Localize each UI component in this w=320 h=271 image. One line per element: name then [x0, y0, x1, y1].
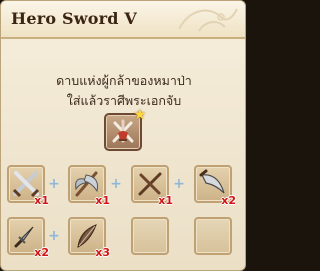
ingredient-slot-8-empty[interactable] [194, 217, 232, 255]
star-icon: ★ [133, 107, 146, 123]
window-title: Hero Sword V [11, 9, 137, 28]
plus-sign: + [110, 176, 122, 192]
ingredient-slot-5[interactable]: x2 [7, 217, 49, 259]
result-item-slot[interactable]: ★ [104, 108, 146, 151]
item-description-line-1: ดาบแห่งผู้กล้าของหมาป่า [56, 73, 192, 88]
plus-sign: + [48, 176, 60, 192]
ingredient-slot-4[interactable]: x2 [194, 165, 236, 207]
quantity-label: x2 [34, 246, 49, 259]
ingredient-slot-1[interactable]: x1 [7, 165, 49, 207]
quantity-label: x2 [221, 194, 236, 207]
quantity-label: x3 [95, 246, 110, 259]
quantity-label: x1 [34, 194, 49, 207]
plus-sign: + [173, 176, 185, 192]
crafting-recipe-window: Hero Sword V ดาบแห่งผู้กล้าของหมาป่า ใส่… [0, 0, 246, 271]
ingredient-slot-2[interactable]: x1 [68, 165, 110, 207]
quantity-label: x1 [95, 194, 110, 207]
ingredient-slot-7-empty[interactable] [131, 217, 169, 255]
title-ornament-icon [178, 8, 238, 32]
quantity-label: x1 [158, 194, 173, 207]
ingredient-slot-3[interactable]: x1 [131, 165, 173, 207]
title-bar: Hero Sword V [1, 1, 245, 39]
plus-sign: + [48, 228, 60, 244]
item-description-line-2: ใส่แล้วราศีพระเอกจับ [66, 93, 182, 108]
ingredient-slot-6[interactable]: x3 [68, 217, 110, 259]
